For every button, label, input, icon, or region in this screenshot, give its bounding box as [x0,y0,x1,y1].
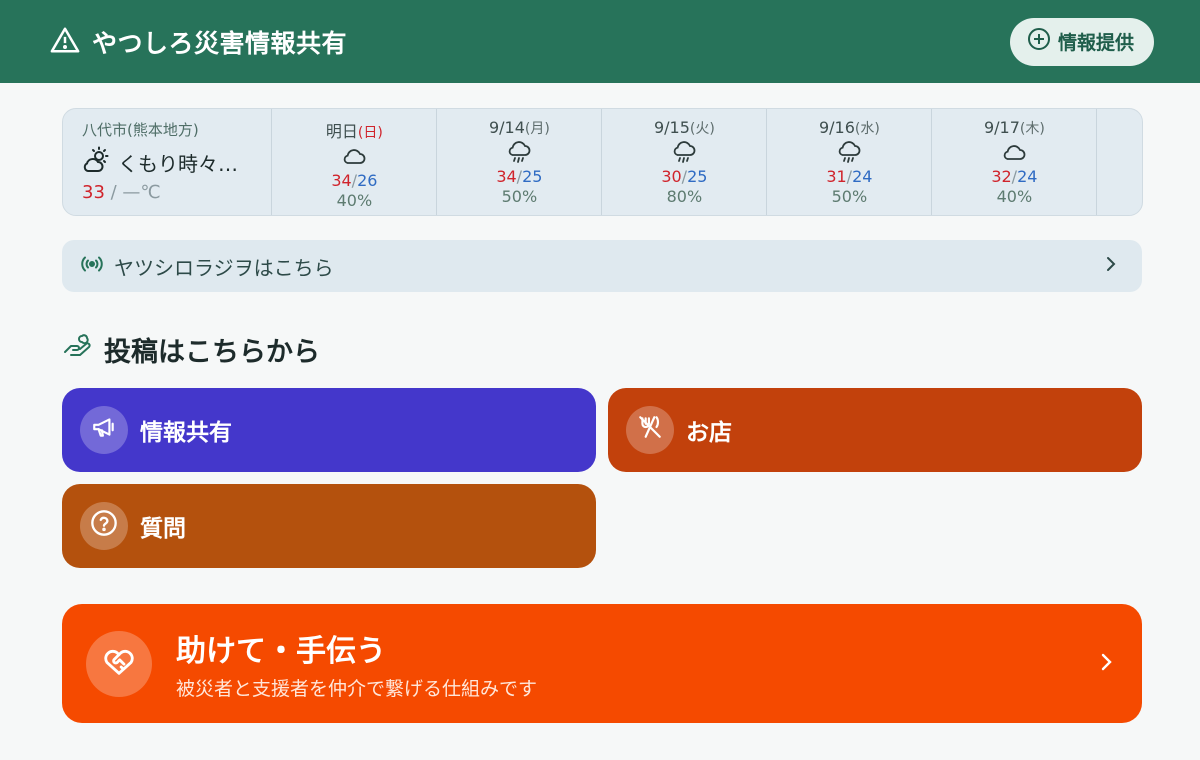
provide-info-label: 情報提供 [1057,32,1134,54]
forecast-precip-chance: 40% [336,191,373,210]
weather-now-text: くもり時々… [118,151,238,176]
forecast-high-temp: 30 [661,167,682,186]
warning-icon [50,26,80,58]
weather-location: 八代市(熊本地方) [82,121,199,139]
forecast-weekday: (水) [854,121,880,137]
radio-link[interactable]: ヤツシロラジヲはこちら [62,240,1142,292]
forecast-low-temp: 25 [687,167,708,186]
info-share-button[interactable]: 情報共有 [62,388,596,472]
shop-label: お店 [686,420,732,446]
radio-link-label: ヤツシロラジヲはこちら [114,255,334,280]
rain-cloud-icon [671,141,697,165]
question-label: 質問 [140,516,186,542]
question-button[interactable]: 質問 [62,484,596,568]
rain-cloud-icon [836,141,862,165]
forecast-low-temp: 25 [522,167,543,186]
forecast-weekday: (火) [689,121,715,137]
forecast-high-temp: 34 [496,167,517,186]
shop-button[interactable]: お店 [608,388,1142,472]
post-section-title: 投稿はこちらから [104,337,320,368]
help-subtitle: 被災者と支援者を仲介で繋げる仕組みです [176,678,538,700]
weather-forecast: 八代市(熊本地方) くもり時々… 33 / —℃ 明日(日) 34/26 40% 9/… [62,108,1143,216]
forecast-days: 明日(日) 34/26 40% 9/14(月) 34/25 50% 9/15(火) 30/25… [272,109,1098,215]
utensils-off-icon [637,414,663,446]
app-title: やつしろ災害情報共有 [92,28,348,58]
forecast-day: 9/16(水) 31/24 50% [767,109,933,215]
forecast-precip-chance: 50% [831,187,868,206]
forecast-day: 9/14(月) 34/25 50% [437,109,603,215]
forecast-date: 9/16 [818,118,855,137]
plus-circle-icon [1027,27,1051,56]
weather-now-temps: 33 / —℃ [82,182,271,203]
rain-cloud-icon [506,141,532,165]
forecast-low-temp: 24 [1017,167,1038,186]
forecast-day: 9/15(火) 30/25 80% [602,109,768,215]
forecast-weekday: (月) [524,121,550,137]
cloud-icon [341,145,367,169]
hand-heart-icon [62,332,94,367]
forecast-weekday: (日) [357,125,383,141]
forecast-high-temp: 32 [991,167,1012,186]
now-high-temp: 33 [82,182,105,203]
forecast-day: 9/17(木) 32/24 40% [932,109,1098,215]
forecast-weekday: (木) [1019,121,1045,137]
now-low-temp: / —℃ [104,182,161,203]
weather-today: 八代市(熊本地方) くもり時々… 33 / —℃ [63,109,273,215]
forecast-low-temp: 24 [852,167,873,186]
cloud-icon [1001,141,1027,165]
forecast-low-temp: 26 [357,171,378,190]
forecast-precip-chance: 50% [501,187,538,206]
provide-info-button[interactable]: 情報提供 [1009,17,1154,66]
info-share-label: 情報共有 [140,420,232,446]
forecast-precip-chance: 40% [996,187,1033,206]
forecast-date: 9/15 [653,118,690,137]
forecast-day: 明日(日) 34/26 40% [272,109,438,215]
broadcast-icon [80,252,104,280]
chevron-right-icon [1104,255,1118,277]
forecast-high-temp: 34 [331,171,352,190]
post-section-heading: 投稿はこちらから [62,330,320,369]
chevron-right-icon [1098,651,1114,677]
forecast-date: 9/17 [983,118,1020,137]
forecast-high-temp: 31 [826,167,847,186]
sun-cloud-icon [82,146,112,178]
app-header: やつしろ災害情報共有 情報提供 [0,0,1200,83]
forecast-date: 明日 [325,122,358,141]
forecast-precip-chance: 80% [666,187,703,206]
help-assist-banner[interactable]: 助けて・手伝う 被災者と支援者を仲介で繋げる仕組みです [62,604,1142,723]
forecast-date: 9/14 [488,118,525,137]
question-circle-icon [90,509,118,543]
help-title: 助けて・手伝う [176,634,386,669]
heart-handshake-icon [101,645,137,683]
megaphone-icon [91,414,117,446]
header-brand: やつしろ災害情報共有 [50,24,347,60]
